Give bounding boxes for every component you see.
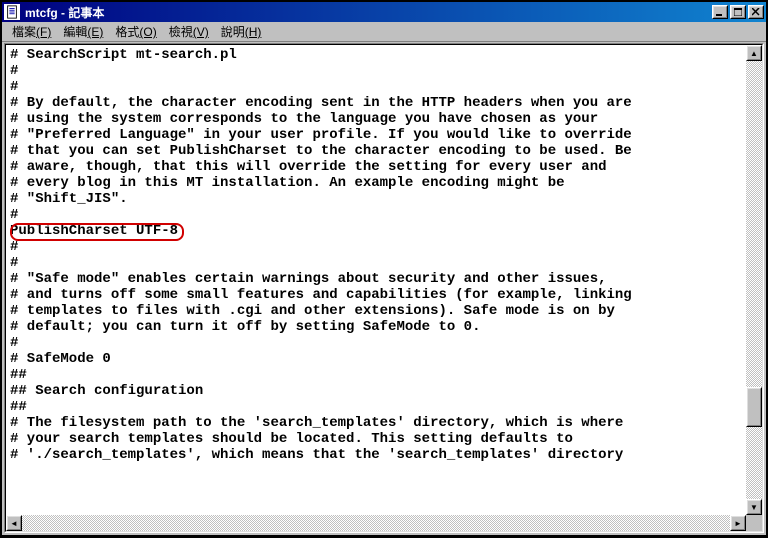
editor-container: # SearchScript mt-search.pl### By defaul…: [4, 43, 764, 533]
text-line: # your search templates should be locate…: [10, 431, 742, 447]
notepad-window: mtcfg - 記事本 檔案(F) 編輯(E) 格式(O) 檢視(V) 說明(H…: [1, 1, 767, 536]
scroll-right-button[interactable]: ►: [730, 515, 746, 531]
text-line: #: [10, 207, 742, 223]
minimize-button[interactable]: [712, 5, 728, 19]
text-line: # "Safe mode" enables certain warnings a…: [10, 271, 742, 287]
text-line: # aware, though, that this will override…: [10, 159, 742, 175]
scroll-up-button[interactable]: ▲: [746, 45, 762, 61]
arrow-right-icon: ►: [734, 519, 742, 528]
scroll-down-button[interactable]: ▼: [746, 499, 762, 515]
menu-view[interactable]: 檢視(V): [163, 21, 215, 42]
text-line: # SearchScript mt-search.pl: [10, 47, 742, 63]
text-line: #: [10, 79, 742, 95]
text-line: #: [10, 63, 742, 79]
text-line: # "Shift_JIS".: [10, 191, 742, 207]
text-line: # By default, the character encoding sen…: [10, 95, 742, 111]
arrow-up-icon: ▲: [750, 49, 758, 58]
text-line: #: [10, 255, 742, 271]
maximize-button[interactable]: [730, 5, 746, 19]
titlebar[interactable]: mtcfg - 記事本: [2, 2, 766, 22]
text-line: # using the system corresponds to the la…: [10, 111, 742, 127]
text-line: PublishCharset UTF-8: [10, 223, 742, 239]
menu-help[interactable]: 說明(H): [215, 21, 268, 42]
text-line: # "Preferred Language" in your user prof…: [10, 127, 742, 143]
app-icon: [4, 4, 20, 20]
menubar: 檔案(F) 編輯(E) 格式(O) 檢視(V) 說明(H): [2, 22, 766, 42]
menu-edit[interactable]: 編輯(E): [57, 21, 109, 42]
scroll-track-vertical[interactable]: [746, 61, 762, 499]
scroll-left-button[interactable]: ◄: [6, 515, 22, 531]
window-title: mtcfg - 記事本: [23, 4, 712, 21]
vertical-scrollbar[interactable]: ▲ ▼: [746, 45, 762, 515]
menu-file[interactable]: 檔案(F): [6, 21, 57, 42]
text-line: ## Search configuration: [10, 383, 742, 399]
text-area[interactable]: # SearchScript mt-search.pl### By defaul…: [6, 45, 746, 515]
text-line: #: [10, 239, 742, 255]
text-line: ##: [10, 367, 742, 383]
text-line: ##: [10, 399, 742, 415]
text-line: # './search_templates', which means that…: [10, 447, 742, 463]
arrow-down-icon: ▼: [750, 503, 758, 512]
scroll-thumb-vertical[interactable]: [746, 387, 762, 427]
text-line: # templates to files with .cgi and other…: [10, 303, 742, 319]
text-line: # that you can set PublishCharset to the…: [10, 143, 742, 159]
menu-format[interactable]: 格式(O): [109, 21, 162, 42]
text-line: # SafeMode 0: [10, 351, 742, 367]
text-line: #: [10, 335, 742, 351]
horizontal-scrollbar[interactable]: ◄ ►: [6, 515, 746, 531]
scroll-corner: [746, 515, 762, 531]
close-button[interactable]: [748, 5, 764, 19]
window-controls: [712, 5, 764, 19]
text-line: # default; you can turn it off by settin…: [10, 319, 742, 335]
text-line: # every blog in this MT installation. An…: [10, 175, 742, 191]
scroll-track-horizontal[interactable]: [22, 515, 730, 531]
text-line: # The filesystem path to the 'search_tem…: [10, 415, 742, 431]
arrow-left-icon: ◄: [10, 519, 18, 528]
text-line: # and turns off some small features and …: [10, 287, 742, 303]
